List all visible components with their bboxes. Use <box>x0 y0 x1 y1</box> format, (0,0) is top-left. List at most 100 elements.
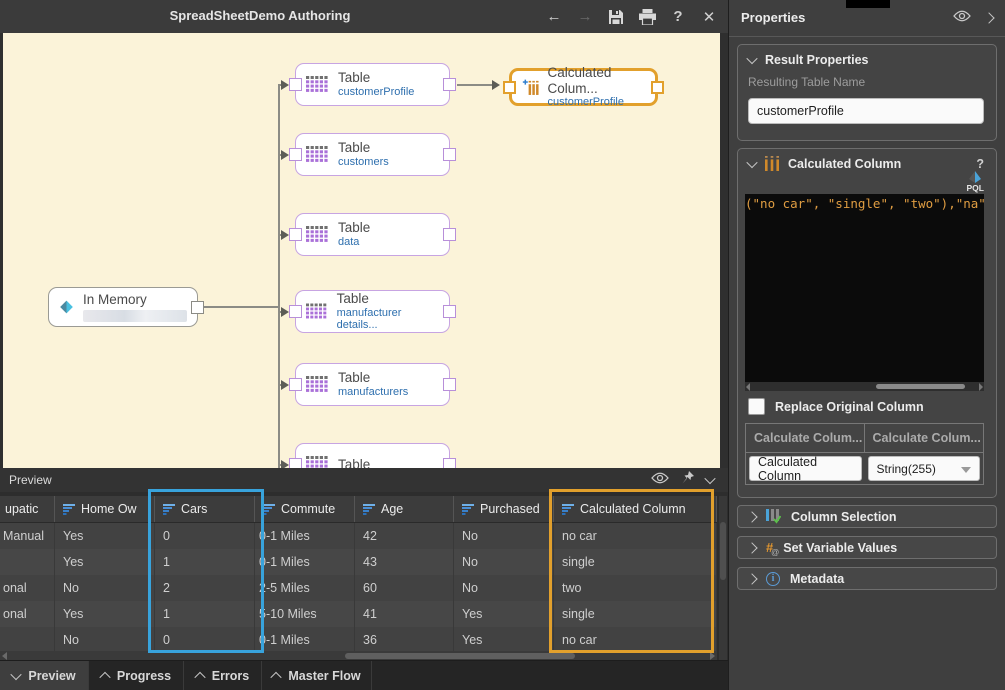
tab-label: Progress <box>117 669 171 683</box>
resulting-table-name-value: customerProfile <box>757 104 844 118</box>
input-port[interactable] <box>289 78 302 91</box>
tab-master-flow[interactable]: Master Flow <box>262 661 372 690</box>
output-port[interactable] <box>443 148 456 161</box>
in-memory-diamond-icon <box>59 294 74 320</box>
table-cell: Yes <box>454 601 554 627</box>
output-port[interactable] <box>651 81 664 94</box>
column-sort-icon <box>263 504 276 515</box>
node-table-customers[interactable]: Table customers <box>295 133 450 176</box>
node-subtitle: customerProfile <box>548 96 645 109</box>
column-name-input[interactable]: Calculated Column <box>749 456 862 481</box>
output-port[interactable] <box>443 228 456 241</box>
table-cell: 0 <box>155 523 255 549</box>
scrollbar-thumb[interactable] <box>345 653 575 659</box>
grid-column-header[interactable]: Calculate Colum... <box>746 424 865 453</box>
help-icon[interactable]: ? <box>976 157 984 171</box>
column-type-dropdown[interactable]: String(255) <box>868 456 981 481</box>
table-cell: Yes <box>55 601 155 627</box>
section-column-selection[interactable]: Column Selection <box>737 505 997 528</box>
scroll-right-arrow-icon[interactable] <box>710 652 715 660</box>
scroll-right-arrow-icon[interactable] <box>979 383 983 391</box>
eye-icon[interactable] <box>953 9 971 27</box>
node-in-memory[interactable]: In Memory <box>48 287 198 327</box>
tab-preview[interactable]: Preview <box>0 661 89 690</box>
input-port[interactable] <box>289 148 302 161</box>
expression-code-editor[interactable]: ("no car", "single", "two"),"na") <box>745 194 984 382</box>
output-port[interactable] <box>443 78 456 91</box>
collapse-panel-chevron-icon[interactable] <box>704 473 715 484</box>
node-title: Table <box>337 291 439 307</box>
section-metadata[interactable]: i Metadata <box>737 567 997 590</box>
pin-icon[interactable] <box>681 471 694 490</box>
node-title: Table <box>338 220 370 236</box>
column-header-purchased[interactable]: Purchased <box>454 496 554 522</box>
tab-progress[interactable]: Progress <box>89 661 184 690</box>
column-header-cars[interactable]: Cars <box>155 496 255 522</box>
expression-code: ("no car", "single", "two"),"na") <box>745 196 984 211</box>
output-port[interactable] <box>191 301 204 314</box>
input-port[interactable] <box>289 458 302 468</box>
column-header-label: Purchased <box>480 502 540 516</box>
input-port[interactable] <box>289 228 302 241</box>
resulting-table-name-input[interactable]: customerProfile <box>748 98 984 124</box>
table-cell <box>0 549 55 575</box>
table-cell: Yes <box>454 627 554 653</box>
output-port[interactable] <box>443 378 456 391</box>
output-port[interactable] <box>443 458 456 468</box>
preview-horizontal-scrollbar[interactable] <box>0 651 717 660</box>
save-icon[interactable] <box>607 8 625 26</box>
section-set-variable-values[interactable]: #@ Set Variable Values <box>737 536 997 559</box>
replace-original-column-checkbox[interactable] <box>748 398 765 415</box>
preview-vertical-scrollbar[interactable] <box>719 496 727 660</box>
column-header-calculated-column[interactable]: Calculated Column <box>554 496 717 522</box>
forward-arrow-icon[interactable]: → <box>576 8 594 26</box>
column-header-commute[interactable]: Commute <box>255 496 355 522</box>
column-sort-icon <box>562 504 575 515</box>
table-cell: 0-1 Miles <box>255 627 355 653</box>
node-table-untitled[interactable]: Table <box>295 443 450 468</box>
close-icon[interactable]: ✕ <box>700 8 718 26</box>
node-table-manufacturer details...[interactable]: Table manufacturer details... <box>295 290 450 333</box>
table-cell: 36 <box>355 627 454 653</box>
column-header-upatic[interactable]: upatic <box>0 496 55 522</box>
column-sort-icon <box>462 504 475 515</box>
flow-canvas[interactable]: In Memory Table customerProfile Table cu… <box>0 33 728 468</box>
collapse-section-chevron-icon[interactable] <box>746 156 757 167</box>
tab-chevron-icon <box>11 669 22 680</box>
code-horizontal-scrollbar[interactable] <box>745 382 984 391</box>
eye-icon[interactable] <box>651 471 669 489</box>
calculated-column-icon <box>765 156 779 171</box>
table-cell: 2-5 Miles <box>255 575 355 601</box>
tab-label: Preview <box>28 669 75 683</box>
scroll-left-arrow-icon[interactable] <box>746 383 750 391</box>
tab-errors[interactable]: Errors <box>184 661 262 690</box>
node-subtitle: data <box>338 236 370 249</box>
collapse-panel-chevron-icon[interactable] <box>983 12 994 23</box>
expand-section-chevron-icon <box>746 573 757 584</box>
print-icon[interactable] <box>638 8 656 26</box>
output-port[interactable] <box>443 305 456 318</box>
node-table-data[interactable]: Table data <box>295 213 450 256</box>
input-port[interactable] <box>289 305 302 318</box>
column-header-label: Home Ow <box>81 502 137 516</box>
table-row: onalYes15-10 Miles41Yessingle <box>0 601 717 627</box>
input-port[interactable] <box>503 81 516 94</box>
node-table-customerProfile[interactable]: Table customerProfile <box>295 63 450 106</box>
collapse-section-chevron-icon[interactable] <box>746 53 757 64</box>
node-title: Table <box>338 457 370 468</box>
back-arrow-icon[interactable]: ← <box>545 8 563 26</box>
table-cell: no car <box>554 523 717 549</box>
column-header-age[interactable]: Age <box>355 496 454 522</box>
scrollbar-thumb[interactable] <box>876 384 964 389</box>
node-calculated-column[interactable]: Calculated Colum... customerProfile <box>509 68 658 106</box>
input-port[interactable] <box>289 378 302 391</box>
resulting-table-name-label: Resulting Table Name <box>738 67 996 89</box>
preview-table: upatic Home Ow Cars Commute Age Purchase… <box>0 496 717 653</box>
column-header-home-ow[interactable]: Home Ow <box>55 496 155 522</box>
scroll-left-arrow-icon[interactable] <box>2 652 7 660</box>
grid-column-header[interactable]: Calculate Colum... <box>865 424 984 453</box>
node-table-manufacturers[interactable]: Table manufacturers <box>295 363 450 406</box>
table-row: Yes10-1 Miles43Nosingle <box>0 549 717 575</box>
help-icon[interactable]: ? <box>669 8 687 26</box>
table-row: onalNo22-5 Miles60Notwo <box>0 575 717 601</box>
